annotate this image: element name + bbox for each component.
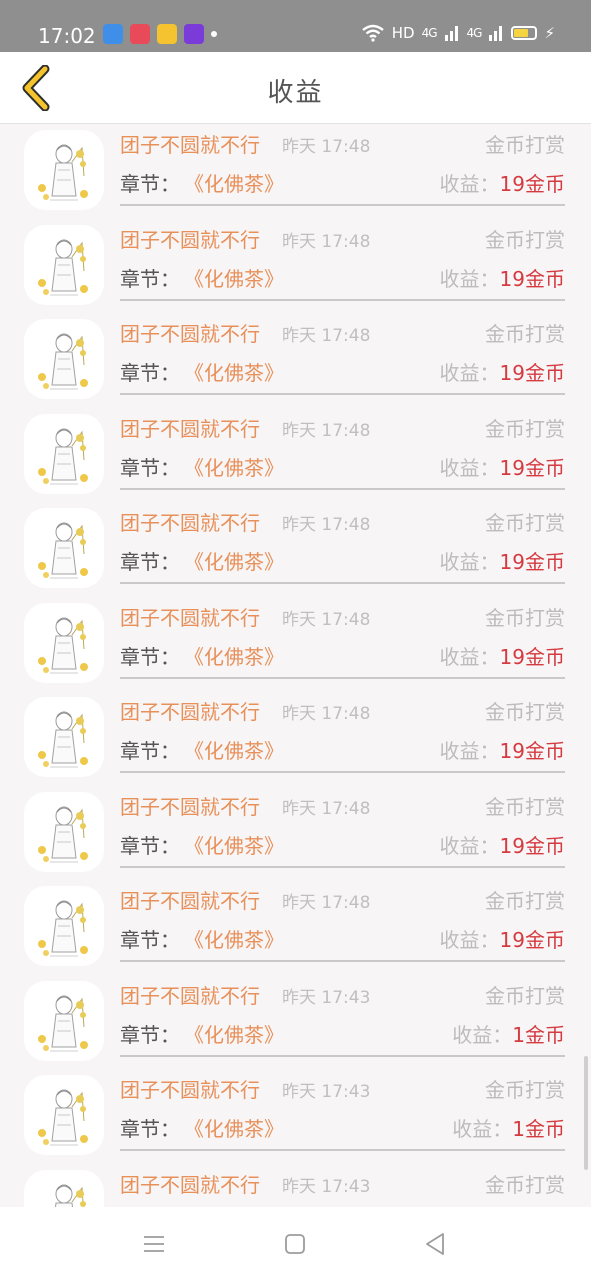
wifi-icon [361,24,384,42]
app-icon-blue [103,24,123,44]
list-item[interactable]: 团子不圆就不行 昨天 17:48 金币打赏 章节： 《化佛茶》 收益：19金币 [0,742,591,872]
nav-back-button[interactable] [420,1229,450,1259]
list-item[interactable]: 团子不圆就不行 昨天 17:43 金币打赏 章节： 《化佛茶》 收益：1金币 [0,1025,591,1155]
user-name[interactable]: 团子不圆就不行 [120,507,260,536]
user-name[interactable]: 团子不圆就不行 [120,885,260,914]
reward-type: 金币打赏 [485,1172,565,1197]
reward-type: 金币打赏 [485,794,565,819]
app-header: 收益 [0,52,591,124]
app-icon-purple [184,24,204,44]
reward-type: 金币打赏 [485,889,565,913]
list-item[interactable]: 团子不圆就不行 昨天 17:43 金币打赏 章节： 《化佛茶》 收益：1金币 [0,931,591,1061]
system-nav-bar [0,1207,591,1280]
user-name[interactable]: 团子不圆就不行 [120,696,260,725]
timestamp: 昨天 17:48 [282,137,371,157]
more-notifications-dot [211,31,217,37]
list-item[interactable]: 团子不圆就不行 昨天 17:48 金币打赏 章节： 《化佛茶》 收益：19金币 [0,124,591,210]
user-name[interactable]: 团子不圆就不行 [120,1169,260,1198]
list-item[interactable]: 团子不圆就不行 昨天 17:48 金币打赏 章节： 《化佛茶》 收益：19金币 [0,175,591,305]
user-name[interactable]: 团子不圆就不行 [120,791,260,820]
list-item[interactable]: 团子不圆就不行 昨天 17:48 金币打赏 章节： 《化佛茶》 收益：19金币 [0,458,591,588]
status-bar: 17:02 HD 4G 4G ⚡ [0,0,591,52]
timestamp: 昨天 17:48 [282,326,371,346]
list-item[interactable]: 团子不圆就不行 昨天 17:43 金币打赏 [0,1120,591,1207]
user-name[interactable]: 团子不圆就不行 [120,129,260,158]
avatar-illustration-icon [24,1169,104,1207]
back-triangle-icon [426,1233,444,1255]
user-name[interactable]: 团子不圆就不行 [120,980,260,1009]
system-icons: HD 4G 4G ⚡ [361,24,555,42]
user-name[interactable]: 团子不圆就不行 [120,413,260,442]
timestamp: 昨天 17:48 [282,798,371,819]
battery-icon [511,26,538,40]
user-name[interactable]: 团子不圆就不行 [120,318,260,347]
charging-bolt-icon: ⚡ [544,24,555,42]
timestamp: 昨天 17:48 [282,231,371,252]
timestamp: 昨天 17:48 [282,515,371,535]
reward-type: 金币打赏 [485,416,565,441]
list-item[interactable]: 团子不圆就不行 昨天 17:48 金币打赏 章节： 《化佛茶》 收益：19金币 [0,553,591,683]
app-icon-red [130,24,150,44]
earnings-list[interactable]: 团子不圆就不行 昨天 17:48 金币打赏 章节： 《化佛茶》 收益：19金币 [0,124,591,1207]
timestamp: 昨天 17:48 [282,893,371,913]
list-item[interactable]: 团子不圆就不行 昨天 17:48 金币打赏 章节： 《化佛茶》 收益：19金币 [0,836,591,966]
avatar[interactable] [24,1169,104,1207]
timestamp: 昨天 17:43 [282,1082,371,1102]
app-icon-yellow [157,24,177,44]
reward-type: 金币打赏 [485,227,565,252]
menu-button[interactable] [139,1229,169,1259]
hd-label: HD [391,24,415,42]
status-time: 17:02 [38,24,96,48]
reward-type: 金币打赏 [485,511,565,535]
home-icon [285,1234,305,1254]
user-name[interactable]: 团子不圆就不行 [120,224,260,253]
signal-2-label: 4G [466,26,483,40]
reward-type: 金币打赏 [485,133,565,157]
timestamp: 昨天 17:48 [282,704,371,724]
notification-icons [103,24,217,44]
user-name[interactable]: 团子不圆就不行 [120,602,260,631]
signal-icon [444,26,458,41]
list-item[interactable]: 团子不圆就不行 昨天 17:48 金币打赏 章节： 《化佛茶》 收益：19金币 [0,364,591,494]
list-item[interactable]: 团子不圆就不行 昨天 17:48 金币打赏 章节： 《化佛茶》 收益：19金币 [0,269,591,399]
reward-type: 金币打赏 [485,322,565,346]
timestamp: 昨天 17:48 [282,609,371,630]
timestamp: 昨天 17:43 [282,987,371,1008]
home-button[interactable] [280,1229,310,1259]
page-title: 收益 [267,78,324,108]
timestamp: 昨天 17:43 [282,1176,371,1197]
signal-icon [489,26,503,41]
reward-type: 金币打赏 [485,1078,565,1102]
menu-icon [144,1236,164,1252]
reward-type: 金币打赏 [485,700,565,724]
signal-1-label: 4G [421,26,438,40]
user-name[interactable]: 团子不圆就不行 [120,1074,260,1103]
reward-type: 金币打赏 [485,605,565,630]
timestamp: 昨天 17:48 [282,420,371,441]
scrollbar[interactable] [584,1056,588,1170]
reward-type: 金币打赏 [485,983,565,1008]
list-item[interactable]: 团子不圆就不行 昨天 17:48 金币打赏 章节： 《化佛茶》 收益：19金币 [0,647,591,777]
